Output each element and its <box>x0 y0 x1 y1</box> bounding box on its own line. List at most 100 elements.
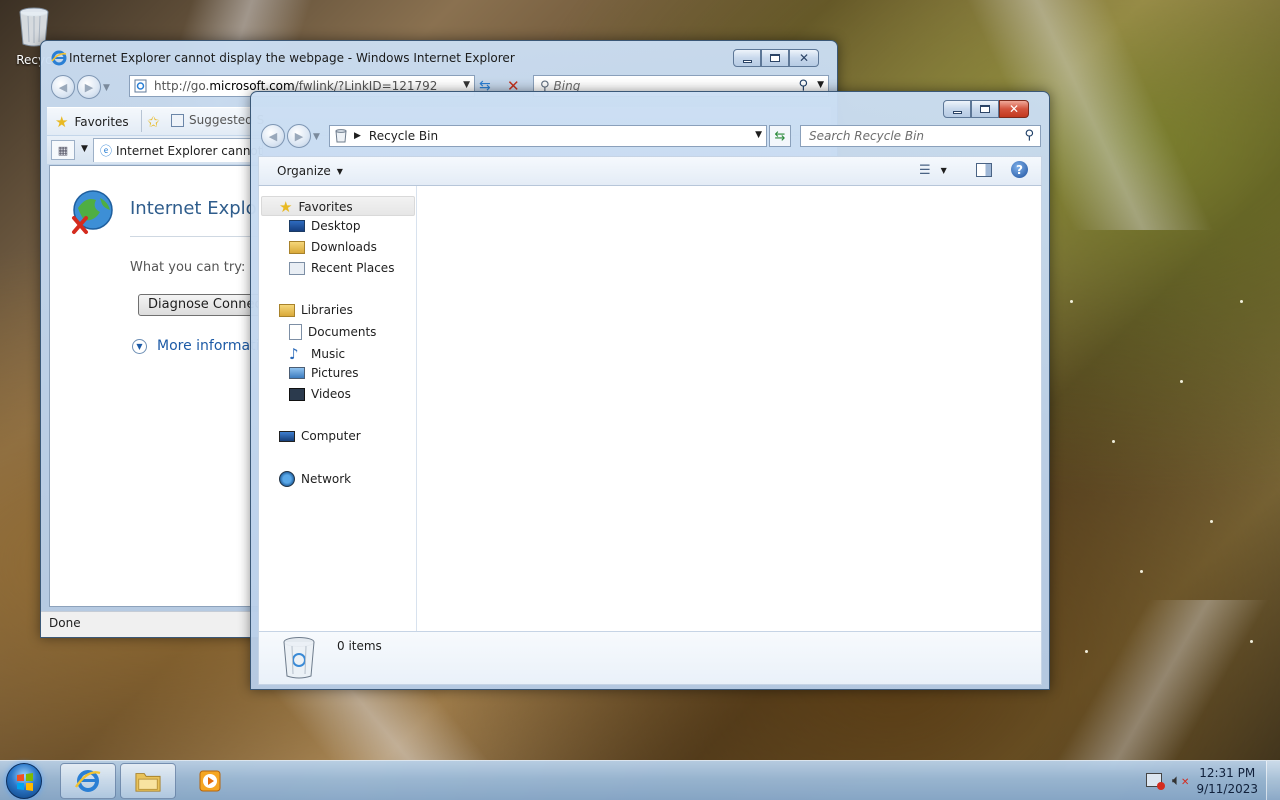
organize-button[interactable]: Organize ▼ <box>277 164 343 178</box>
status-text: Done <box>49 616 81 630</box>
ie-caption-buttons: ✕ <box>733 49 819 67</box>
favorites-label: Favorites <box>74 115 129 129</box>
item-count: 0 items <box>337 639 382 653</box>
close-icon: ✕ <box>1008 102 1020 116</box>
explorer-address-bar[interactable]: ▶ Recycle Bin ▼ <box>329 125 767 147</box>
nav-desktop[interactable]: Desktop <box>289 219 361 233</box>
nav-documents-label: Documents <box>308 325 377 339</box>
nav-libraries[interactable]: Libraries <box>279 303 353 317</box>
diagnose-connection-button[interactable]: Diagnose Connect <box>138 294 268 316</box>
internet-explorer-icon <box>75 770 101 792</box>
folder-icon <box>135 773 161 792</box>
nav-recent-places[interactable]: Recent Places <box>289 261 394 275</box>
music-note-icon: ♪ <box>289 345 299 363</box>
nav-computer-label: Computer <box>301 429 361 443</box>
close-button[interactable]: ✕ <box>789 49 819 67</box>
refresh-button[interactable]: ⇆ <box>769 125 791 147</box>
wallpaper-sparkle <box>1240 300 1243 303</box>
nav-music-label: Music <box>311 347 346 361</box>
pictures-icon <box>289 367 305 379</box>
address-dropdown-icon[interactable]: ▼ <box>755 130 762 140</box>
nav-recent-places-label: Recent Places <box>311 261 395 275</box>
details-pane: 0 items <box>258 631 1042 685</box>
nav-videos[interactable]: Videos <box>289 387 351 401</box>
show-desktop-button[interactable] <box>1266 761 1280 800</box>
taskbar-media-player[interactable] <box>182 763 238 799</box>
preview-pane-icon[interactable] <box>976 163 992 177</box>
clock-date: 9/11/2023 <box>1196 782 1258 796</box>
minimize-icon <box>742 59 752 63</box>
taskbar-internet-explorer[interactable] <box>60 763 116 799</box>
media-player-icon <box>199 770 221 792</box>
search-options-icon[interactable]: ▼ <box>817 80 824 90</box>
explorer-search-box[interactable]: Search Recycle Bin ⚲ <box>800 125 1041 147</box>
system-clock[interactable]: 12:31 PM 9/11/2023 <box>1196 765 1258 797</box>
maximize-button[interactable] <box>761 49 789 67</box>
nav-computer[interactable]: Computer <box>279 429 361 443</box>
documents-icon <box>289 324 302 340</box>
nav-favorites[interactable]: ★ Favorites <box>279 198 353 216</box>
more-information-label: More informati <box>157 338 260 354</box>
taskbar-windows-explorer[interactable] <box>120 763 176 799</box>
forward-arrow-icon: ▶ <box>84 80 94 94</box>
nav-favorites-label: Favorites <box>298 200 353 214</box>
recent-locations-dropdown-icon[interactable]: ▼ <box>313 132 320 148</box>
recent-pages-dropdown-icon[interactable]: ▼ <box>103 83 110 99</box>
more-information-link[interactable]: ▼ More informati <box>132 338 260 354</box>
window-title: Internet Explorer cannot display the web… <box>69 51 515 65</box>
nav-documents[interactable]: Documents <box>289 324 376 340</box>
wallpaper-sparkle <box>1112 440 1115 443</box>
nav-music[interactable]: ♪ Music <box>289 345 345 363</box>
explorer-nav-buttons: ◀ ▶ ▼ <box>261 124 320 148</box>
expand-chevron-icon: ▼ <box>132 338 147 354</box>
warning-badge <box>1157 782 1165 790</box>
libraries-icon <box>279 303 295 317</box>
minimize-button[interactable] <box>943 100 971 118</box>
close-button[interactable]: ✕ <box>999 100 1029 118</box>
downloads-folder-icon <box>289 240 305 254</box>
favorites-button[interactable]: ★ Favorites <box>55 113 129 131</box>
start-button[interactable] <box>6 763 42 799</box>
nav-downloads[interactable]: Downloads <box>289 240 377 254</box>
nav-pictures[interactable]: Pictures <box>289 366 359 380</box>
nav-network[interactable]: Network <box>279 471 351 487</box>
desktop-icon <box>289 220 305 232</box>
ie-logo-icon <box>51 50 67 66</box>
wallpaper-sparkle <box>1250 640 1253 643</box>
nav-pictures-label: Pictures <box>311 366 359 380</box>
forward-button[interactable]: ▶ <box>287 124 311 148</box>
recent-places-icon <box>289 261 305 275</box>
wallpaper-sparkle <box>1070 300 1073 303</box>
minimize-icon <box>952 110 962 114</box>
separator <box>141 110 142 132</box>
wallpaper-streak <box>1050 600 1270 770</box>
minimize-button[interactable] <box>733 49 761 67</box>
forward-button[interactable]: ▶ <box>77 75 101 99</box>
breadcrumb-recycle-bin[interactable]: Recycle Bin <box>369 129 438 143</box>
nav-desktop-label: Desktop <box>311 219 361 233</box>
back-button[interactable]: ◀ <box>261 124 285 148</box>
action-center-icon[interactable] <box>1146 773 1165 790</box>
quick-tabs-button[interactable]: ▦ <box>51 140 75 160</box>
wallpaper-sparkle <box>1140 570 1143 573</box>
maximize-icon <box>770 54 780 62</box>
help-icon[interactable]: ? <box>1011 161 1028 178</box>
wallpaper-streak <box>270 690 490 760</box>
back-button[interactable]: ◀ <box>51 75 75 99</box>
nav-downloads-label: Downloads <box>311 240 377 254</box>
wallpaper-sparkle <box>1085 650 1088 653</box>
address-dropdown-icon[interactable]: ▼ <box>463 80 470 90</box>
views-button[interactable]: ☰ ▼ <box>919 163 947 178</box>
tab-current[interactable]: ⓔ Internet Explorer cannot ... <box>93 138 263 162</box>
maximize-button[interactable] <box>971 100 999 118</box>
add-to-favorites-icon[interactable]: ✩ <box>147 113 160 131</box>
refresh-icon: ⇆ <box>774 128 786 144</box>
suggested-sites-icon <box>171 113 184 127</box>
recycle-bin-small-icon <box>335 129 347 143</box>
file-list-pane[interactable] <box>417 186 1042 631</box>
volume-muted-icon[interactable]: 🔈︎✕ <box>1172 771 1189 789</box>
recycle-bin-window[interactable]: ✕ ◀ ▶ ▼ ▶ Recycle Bin ▼ ⇆ Search Recycle… <box>250 91 1050 690</box>
breadcrumb-arrow-icon[interactable]: ▶ <box>354 131 361 141</box>
recycle-bin-large-icon <box>283 637 315 679</box>
tab-list-dropdown-icon[interactable]: ▼ <box>81 144 88 154</box>
